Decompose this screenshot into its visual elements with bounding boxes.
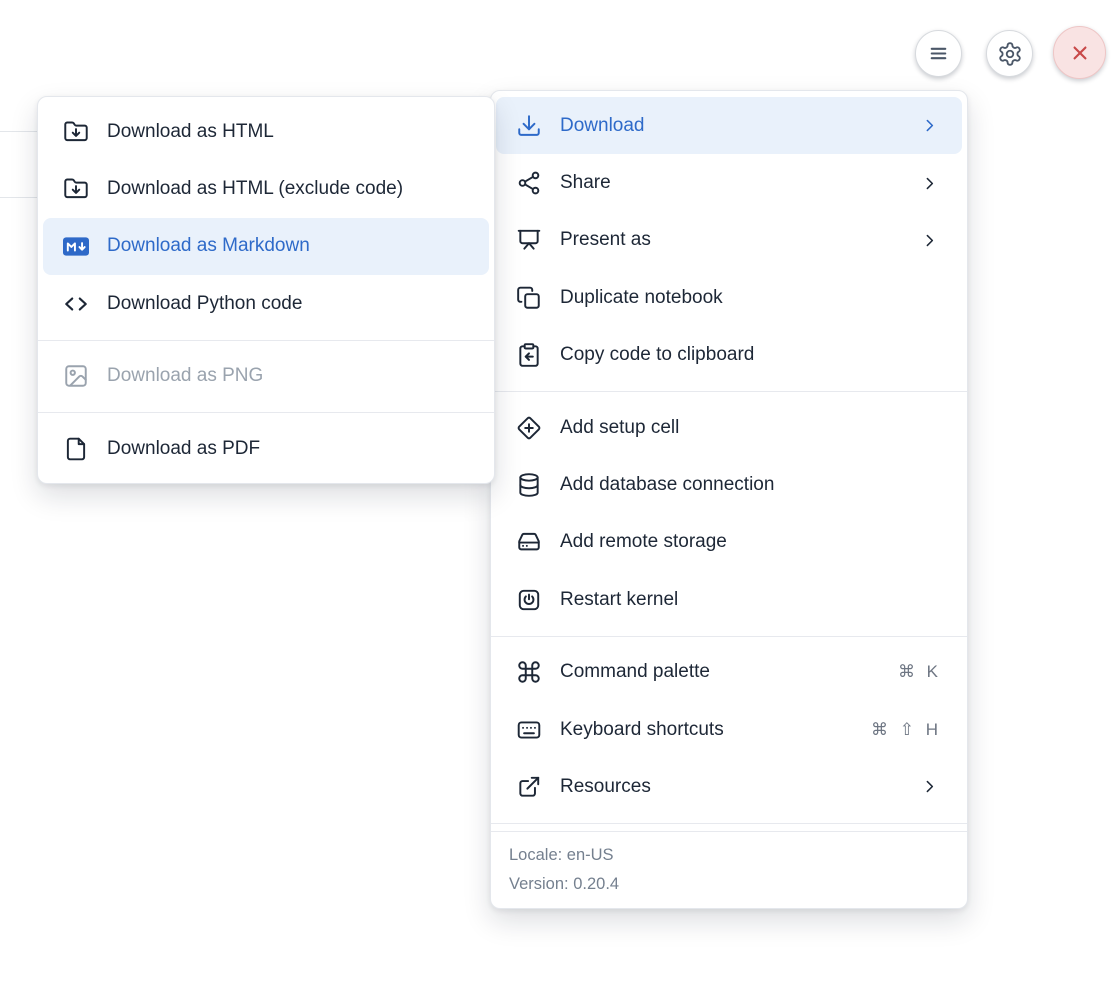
menu-item-restart-kernel[interactable]: Restart kernel (496, 571, 962, 628)
menu-divider (491, 636, 967, 637)
menu-item-download-as-png: Download as PNG (43, 348, 489, 405)
hard-drive-icon (516, 529, 542, 555)
page-divider-line (0, 131, 42, 132)
download-icon (516, 113, 542, 139)
gear-icon (997, 41, 1023, 67)
keyboard-icon (516, 717, 542, 743)
chevron-right-icon (921, 175, 938, 192)
power-icon (516, 587, 542, 613)
notebook-menu-items: DownloadSharePresent asDuplicate noteboo… (496, 97, 962, 824)
folder-down-icon (63, 176, 89, 202)
clipboard-copy-icon (516, 342, 542, 368)
menu-item-download[interactable]: Download (496, 97, 962, 154)
markdown-icon (63, 233, 89, 259)
menu-divider (38, 340, 494, 341)
menu-item-command-palette[interactable]: Command palette⌘ K (496, 644, 962, 701)
diamond-plus-icon (516, 415, 542, 441)
hamburger-menu-button[interactable] (915, 30, 962, 77)
download-submenu: Download as HTMLDownload as HTML (exclud… (37, 96, 495, 484)
page-divider-line (0, 197, 42, 198)
presentation-icon (516, 227, 542, 253)
notebook-menu: DownloadSharePresent asDuplicate noteboo… (490, 90, 968, 909)
locale-text: Locale: en-US (491, 841, 967, 870)
download-submenu-items: Download as HTMLDownload as HTML (exclud… (43, 103, 489, 477)
copy-icon (516, 285, 542, 311)
shortcut-hint: ⌘ K (898, 662, 938, 682)
menu-item-download-as-html[interactable]: Download as HTML (43, 103, 489, 160)
menu-item-download-as-markdown[interactable]: Download as Markdown (43, 218, 489, 275)
menu-item-add-remote-storage[interactable]: Add remote storage (496, 514, 962, 571)
chevron-right-icon (921, 778, 938, 795)
menu-footer: Locale: en-US Version: 0.20.4 (491, 831, 967, 908)
menu-item-resources[interactable]: Resources (496, 758, 962, 815)
hamburger-icon (926, 41, 951, 66)
command-icon (516, 659, 542, 685)
file-icon (63, 436, 89, 462)
menu-divider (491, 823, 967, 824)
share-icon (516, 170, 542, 196)
menu-item-download-python-code[interactable]: Download Python code (43, 275, 489, 332)
close-button[interactable] (1053, 26, 1106, 79)
menu-item-download-as-pdf[interactable]: Download as PDF (43, 420, 489, 477)
chevron-right-icon (921, 232, 938, 249)
menu-item-download-as-html-exclude-code[interactable]: Download as HTML (exclude code) (43, 160, 489, 217)
folder-down-icon (63, 119, 89, 145)
close-icon (1067, 40, 1093, 66)
menu-divider (491, 391, 967, 392)
menu-item-add-setup-cell[interactable]: Add setup cell (496, 399, 962, 456)
menu-item-share[interactable]: Share (496, 154, 962, 211)
shortcut-hint: ⌘ ⇧ H (871, 720, 938, 740)
menu-item-keyboard-shortcuts[interactable]: Keyboard shortcuts⌘ ⇧ H (496, 701, 962, 758)
code-icon (63, 291, 89, 317)
database-icon (516, 472, 542, 498)
menu-item-present-as[interactable]: Present as (496, 212, 962, 269)
menu-divider (38, 412, 494, 413)
external-link-icon (516, 774, 542, 800)
image-icon (63, 363, 89, 389)
settings-button[interactable] (986, 30, 1033, 77)
menu-item-add-database-connection[interactable]: Add database connection (496, 456, 962, 513)
version-text: Version: 0.20.4 (491, 870, 967, 899)
menu-item-duplicate-notebook[interactable]: Duplicate notebook (496, 269, 962, 326)
chevron-right-icon (921, 117, 938, 134)
menu-item-copy-code-to-clipboard[interactable]: Copy code to clipboard (496, 327, 962, 384)
